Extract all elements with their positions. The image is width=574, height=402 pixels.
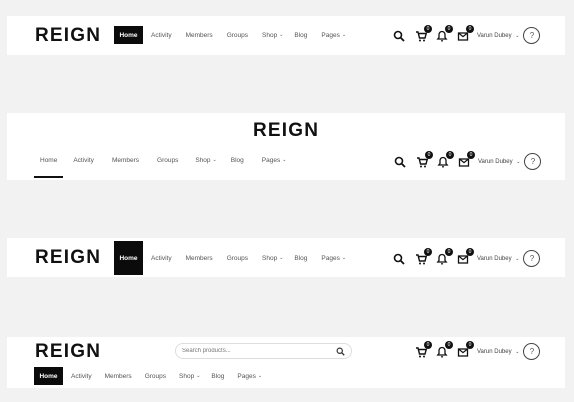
header-actions: 0 0 0 Varun Dubey ⌄ ? xyxy=(393,24,541,44)
bell-icon[interactable]: 0 xyxy=(437,150,454,168)
header-actions: 0 0 0 Varun Dubey ⌄ ? xyxy=(415,340,541,360)
nav-item-home[interactable]: Home xyxy=(34,367,63,385)
search-input[interactable] xyxy=(182,348,322,354)
nav-item-home[interactable]: Home xyxy=(114,26,143,44)
product-search[interactable] xyxy=(175,343,352,359)
cart-icon[interactable]: 0 xyxy=(416,150,433,168)
nav-item-groups[interactable]: Groups xyxy=(157,157,178,164)
chevron-down-icon: ⌄ xyxy=(279,255,284,261)
logo[interactable]: REIGN xyxy=(35,342,101,362)
nav-item-members[interactable]: Members xyxy=(186,255,213,262)
nav-item-shop[interactable]: Shop ⌄ xyxy=(195,157,216,164)
message-count-badge: 0 xyxy=(466,247,474,256)
nav-item-shop[interactable]: Shop ⌄ xyxy=(179,373,200,380)
chevron-down-icon: ⌄ xyxy=(515,255,520,262)
user-menu[interactable]: Varun Dubey ⌄ xyxy=(477,349,519,355)
search-icon[interactable] xyxy=(393,253,405,265)
active-nav-underline xyxy=(34,176,63,178)
main-nav: Home Activity Members Groups Shop ⌄ Blog … xyxy=(40,155,286,165)
nav-item-activity[interactable]: Activity xyxy=(73,157,94,164)
notification-count-badge: 0 xyxy=(446,150,454,159)
nav-item-activity[interactable]: Activity xyxy=(151,255,172,262)
logo[interactable]: REIGN xyxy=(35,248,101,268)
cart-count-badge: 0 xyxy=(424,247,432,256)
cart-icon[interactable]: 0 xyxy=(415,247,432,265)
main-nav: Home Activity Members Groups Shop ⌄ Blog … xyxy=(114,241,346,275)
cart-count-badge: 0 xyxy=(424,340,432,349)
nav-item-pages[interactable]: Pages ⌄ xyxy=(321,255,346,262)
logo[interactable]: REIGN xyxy=(253,121,319,141)
bell-icon[interactable]: 0 xyxy=(436,247,453,265)
nav-item-blog[interactable]: Blog xyxy=(294,32,307,39)
user-menu[interactable]: Varun Dubey ⌄ xyxy=(477,33,519,39)
user-menu[interactable]: Varun Dubey ⌄ xyxy=(477,256,519,262)
nav-item-home[interactable]: Home xyxy=(114,241,143,275)
chevron-down-icon: ⌄ xyxy=(516,158,521,165)
chevron-down-icon: ⌄ xyxy=(515,32,520,39)
notification-count-badge: 0 xyxy=(445,340,453,349)
chevron-down-icon: ⌄ xyxy=(257,373,263,379)
avatar[interactable]: ? xyxy=(523,343,541,360)
message-count-badge: 0 xyxy=(466,24,474,33)
nav-item-blog[interactable]: Blog xyxy=(231,157,244,164)
nav-item-blog[interactable]: Blog xyxy=(211,373,224,380)
nav-item-members[interactable]: Members xyxy=(186,32,213,39)
header-variant-2: REIGN Home Activity Members Groups Shop ⌄… xyxy=(7,113,565,180)
main-nav: Home Activity Members Groups Shop ⌄ Blog … xyxy=(34,367,262,385)
cart-count-badge: 0 xyxy=(424,24,432,33)
bell-icon[interactable]: 0 xyxy=(436,340,453,358)
main-nav: Home Activity Members Groups Shop ⌄ Blog … xyxy=(114,26,346,44)
header-actions: 0 0 0 Varun Dubey ⌄ ? xyxy=(394,150,542,170)
chevron-down-icon: ⌄ xyxy=(341,255,347,261)
message-count-badge: 0 xyxy=(467,150,475,159)
avatar[interactable]: ? xyxy=(523,250,541,267)
nav-item-groups[interactable]: Groups xyxy=(145,373,166,380)
nav-item-groups[interactable]: Groups xyxy=(227,255,248,262)
inbox-icon[interactable]: 0 xyxy=(457,24,474,42)
nav-item-pages[interactable]: Pages ⌄ xyxy=(262,157,287,164)
nav-item-shop[interactable]: Shop ⌄ xyxy=(262,32,283,39)
inbox-icon[interactable]: 0 xyxy=(457,247,474,265)
avatar[interactable]: ? xyxy=(523,27,541,44)
cart-icon[interactable]: 0 xyxy=(415,340,432,358)
chevron-down-icon: ⌄ xyxy=(515,348,520,355)
chevron-down-icon: ⌄ xyxy=(212,157,217,163)
nav-item-activity[interactable]: Activity xyxy=(71,373,92,380)
chevron-down-icon: ⌄ xyxy=(196,373,201,379)
user-menu[interactable]: Varun Dubey ⌄ xyxy=(478,159,520,165)
message-count-badge: 0 xyxy=(466,340,474,349)
avatar[interactable]: ? xyxy=(524,153,542,170)
inbox-icon[interactable]: 0 xyxy=(458,150,475,168)
bell-icon[interactable]: 0 xyxy=(436,24,453,42)
header-actions: 0 0 0 Varun Dubey ⌄ ? xyxy=(393,247,541,267)
logo[interactable]: REIGN xyxy=(35,26,101,46)
nav-item-home[interactable]: Home xyxy=(40,157,57,164)
nav-item-members[interactable]: Members xyxy=(105,373,132,380)
header-variant-3: REIGN Home Activity Members Groups Shop ⌄… xyxy=(7,238,565,277)
search-icon[interactable] xyxy=(394,156,406,168)
header-variant-1: REIGN Home Activity Members Groups Shop ⌄… xyxy=(7,16,565,55)
nav-item-members[interactable]: Members xyxy=(112,157,139,164)
chevron-down-icon: ⌄ xyxy=(341,32,347,38)
nav-item-pages[interactable]: Pages ⌄ xyxy=(237,373,262,380)
header-variant-4: REIGN 0 0 0 Varun Dubey ⌄ ? Home Activit… xyxy=(7,337,565,388)
inbox-icon[interactable]: 0 xyxy=(457,340,474,358)
nav-item-activity[interactable]: Activity xyxy=(151,32,172,39)
search-icon[interactable] xyxy=(336,347,345,356)
cart-icon[interactable]: 0 xyxy=(415,24,432,42)
nav-item-pages[interactable]: Pages ⌄ xyxy=(321,32,346,39)
notification-count-badge: 0 xyxy=(445,247,453,256)
chevron-down-icon: ⌄ xyxy=(279,32,284,38)
notification-count-badge: 0 xyxy=(445,24,453,33)
cart-count-badge: 0 xyxy=(425,150,433,159)
search-icon[interactable] xyxy=(393,30,405,42)
nav-item-blog[interactable]: Blog xyxy=(294,255,307,262)
nav-item-groups[interactable]: Groups xyxy=(227,32,248,39)
chevron-down-icon: ⌄ xyxy=(282,157,287,163)
nav-item-shop[interactable]: Shop ⌄ xyxy=(262,255,283,262)
